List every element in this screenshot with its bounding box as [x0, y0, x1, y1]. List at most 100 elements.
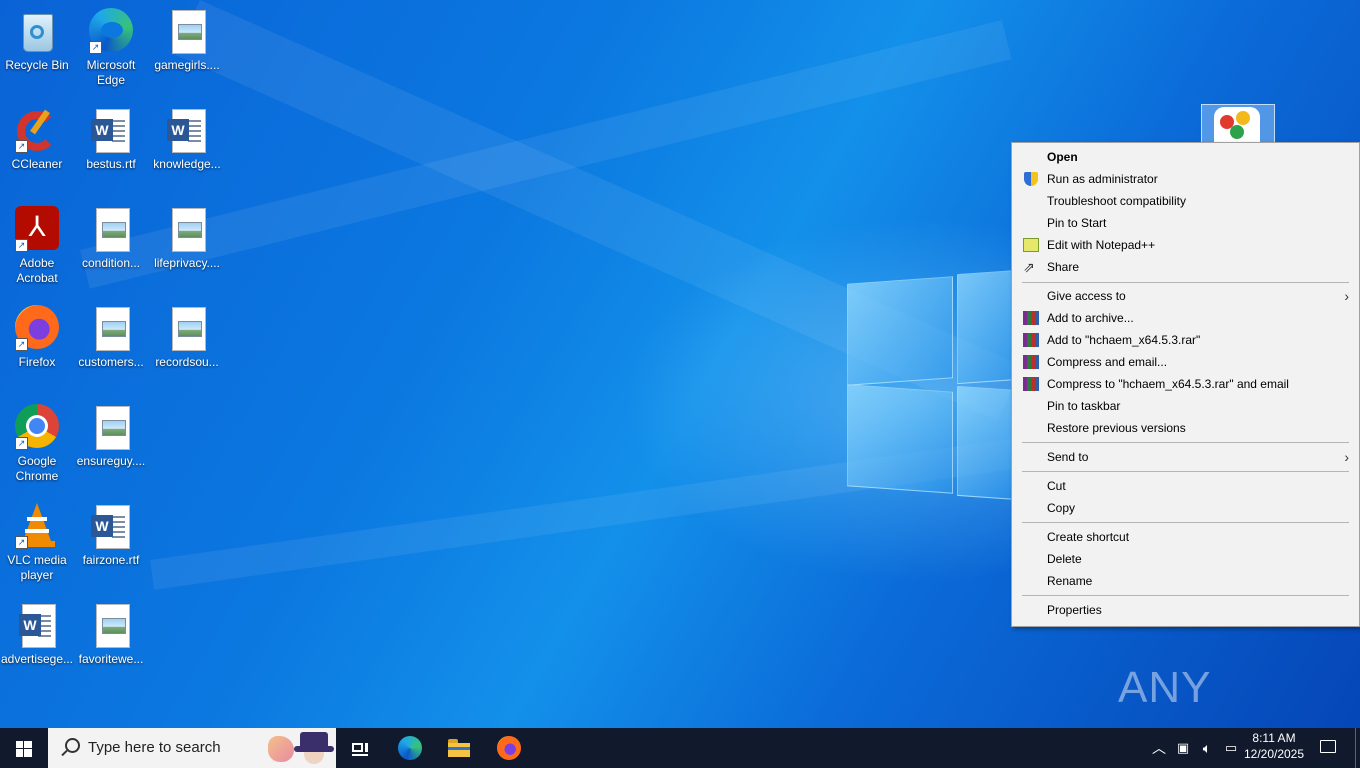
icon-label: lifeprivacy.... [154, 256, 220, 270]
clock-date: 12/20/2025 [1243, 747, 1305, 761]
menu-item-pin-to-start[interactable]: Pin to Start [1014, 212, 1357, 234]
menu-item-rename[interactable]: Rename [1014, 570, 1357, 592]
shortcut-arrow-icon: ↗ [15, 140, 28, 153]
menu-separator [1022, 282, 1349, 283]
icon-label: VLC media player [7, 553, 67, 582]
notification-icon [1320, 740, 1336, 753]
desktop-icon-ccleaner[interactable]: ↗ CCleaner [0, 107, 74, 172]
menu-item-pin-to-taskbar[interactable]: Pin to taskbar [1014, 395, 1357, 417]
menu-item-restore-previous-versions[interactable]: Restore previous versions [1014, 417, 1357, 439]
menu-item-share[interactable]: ⇗ Share [1014, 256, 1357, 278]
menu-item-open[interactable]: Open [1014, 146, 1357, 168]
windows-logo-pane [847, 384, 953, 494]
menu-separator [1022, 442, 1349, 443]
menu-separator [1022, 471, 1349, 472]
desktop-icon-lifeprivacy[interactable]: lifeprivacy.... [150, 206, 224, 271]
file-explorer-icon [448, 739, 470, 757]
search-highlight-icon [260, 730, 334, 766]
vlc-icon: ↗ [13, 503, 61, 551]
network-button[interactable]: ▭ [1220, 728, 1242, 768]
show-hidden-icons-button[interactable]: ︿ [1148, 728, 1170, 768]
image-file-icon [163, 305, 211, 353]
desktop-icon-customers[interactable]: customers... [74, 305, 148, 370]
icon-label: fairzone.rtf [82, 553, 140, 567]
taskbar: Type here to search ︿ ▣ 🔈︎ ▭ 8:11 AM 12/… [0, 728, 1360, 768]
windows-logo-icon [16, 741, 32, 757]
menu-item-troubleshoot-compatibility[interactable]: Troubleshoot compatibility [1014, 190, 1357, 212]
menu-item-delete[interactable]: Delete [1014, 548, 1357, 570]
app-logo-icon [1214, 107, 1260, 147]
context-menu: Open Run as administrator Troubleshoot c… [1011, 142, 1360, 627]
icon-label: knowledge... [153, 157, 221, 171]
menu-item-send-to[interactable]: Send to › [1014, 446, 1357, 468]
menu-item-cut[interactable]: Cut [1014, 475, 1357, 497]
desktop-icon-ensureguy[interactable]: ensureguy.... [74, 404, 148, 469]
winrar-icon [1023, 355, 1039, 369]
network-icon: ▭ [1224, 740, 1238, 755]
desktop-icon-firefox[interactable]: ↗ Firefox [0, 305, 74, 370]
menu-item-add-to-archive[interactable]: Add to archive... [1014, 307, 1357, 329]
desktop-icon-advertisege[interactable]: W advertisege... [0, 602, 74, 667]
winrar-icon [1023, 333, 1039, 347]
volume-button[interactable]: 🔈︎ [1196, 728, 1218, 768]
menu-separator [1022, 595, 1349, 596]
shortcut-arrow-icon: ↗ [89, 41, 102, 54]
desktop-icon-recordsou[interactable]: recordsou... [150, 305, 224, 370]
clock-time: 8:11 AM [1252, 731, 1296, 745]
shortcut-arrow-icon: ↗ [15, 338, 28, 351]
chevron-up-icon: ︿ [1152, 740, 1166, 756]
menu-item-run-as-administrator[interactable]: Run as administrator [1014, 168, 1357, 190]
taskbar-firefox[interactable] [489, 728, 529, 768]
desktop-icon-knowledge[interactable]: W knowledge... [150, 107, 224, 172]
notification-center-button[interactable] [1308, 728, 1348, 768]
image-file-icon [163, 8, 211, 56]
icon-label: recordsou... [155, 355, 219, 369]
word-doc-icon: W [87, 503, 135, 551]
recycle-bin-icon [13, 8, 61, 56]
search-box[interactable]: Type here to search [48, 728, 336, 768]
menu-item-edit-with-notepad[interactable]: Edit with Notepad++ [1014, 234, 1357, 256]
menu-item-compress-to-rar-and-email[interactable]: Compress to "hchaem_x64.5.3.rar" and ema… [1014, 373, 1357, 395]
image-file-icon [87, 602, 135, 650]
shortcut-arrow-icon: ↗ [15, 536, 28, 549]
edge-icon [398, 736, 422, 760]
menu-item-copy[interactable]: Copy [1014, 497, 1357, 519]
desktop-icon-gamegirls[interactable]: gamegirls.... [150, 8, 224, 73]
desktop-icon-favoritewe[interactable]: favoritewe... [74, 602, 148, 667]
start-button[interactable] [0, 728, 48, 768]
desktop-icon-microsoft-edge[interactable]: ↗ Microsoft Edge [74, 8, 148, 88]
menu-item-add-to-rar[interactable]: Add to "hchaem_x64.5.3.rar" [1014, 329, 1357, 351]
show-desktop-button[interactable] [1355, 728, 1360, 768]
menu-item-properties[interactable]: Properties [1014, 599, 1357, 621]
desktop[interactable]: Recycle Bin ↗ CCleaner ⅄ ↗ Adobe Acrobat… [0, 0, 1360, 728]
desktop-icon-google-chrome[interactable]: ↗ Google Chrome [0, 404, 74, 484]
selected-desktop-icon[interactable] [1201, 104, 1275, 147]
icon-label: Adobe Acrobat [16, 256, 58, 285]
acrobat-icon: ⅄ ↗ [13, 206, 61, 254]
task-view-button[interactable] [340, 728, 380, 768]
image-file-icon [87, 206, 135, 254]
share-icon: ⇗ [1023, 259, 1035, 275]
meet-now-button[interactable]: ▣ [1172, 728, 1194, 768]
menu-item-give-access-to[interactable]: Give access to › [1014, 285, 1357, 307]
clock[interactable]: 8:11 AM 12/20/2025 [1240, 730, 1308, 762]
icon-label: condition... [81, 256, 141, 270]
menu-item-compress-and-email[interactable]: Compress and email... [1014, 351, 1357, 373]
desktop-icon-recycle-bin[interactable]: Recycle Bin [0, 8, 74, 73]
desktop-icon-condition[interactable]: condition... [74, 206, 148, 271]
taskbar-edge[interactable] [390, 728, 430, 768]
image-file-icon [87, 305, 135, 353]
windows-logo-pane [957, 385, 1019, 501]
search-placeholder: Type here to search [88, 739, 221, 756]
menu-item-create-shortcut[interactable]: Create shortcut [1014, 526, 1357, 548]
desktop-icon-vlc[interactable]: ↗ VLC media player [0, 503, 74, 583]
desktop-icon-fairzone-rtf[interactable]: W fairzone.rtf [74, 503, 148, 568]
winrar-icon [1023, 377, 1039, 391]
icon-label: advertisege... [0, 652, 74, 666]
icon-label: favoritewe... [78, 652, 144, 666]
desktop-icon-bestus-rtf[interactable]: W bestus.rtf [74, 107, 148, 172]
word-doc-icon: W [13, 602, 61, 650]
watermark-text: ANY RUN [1118, 663, 1215, 728]
taskbar-file-explorer[interactable] [439, 728, 479, 768]
desktop-icon-adobe-acrobat[interactable]: ⅄ ↗ Adobe Acrobat [0, 206, 74, 286]
